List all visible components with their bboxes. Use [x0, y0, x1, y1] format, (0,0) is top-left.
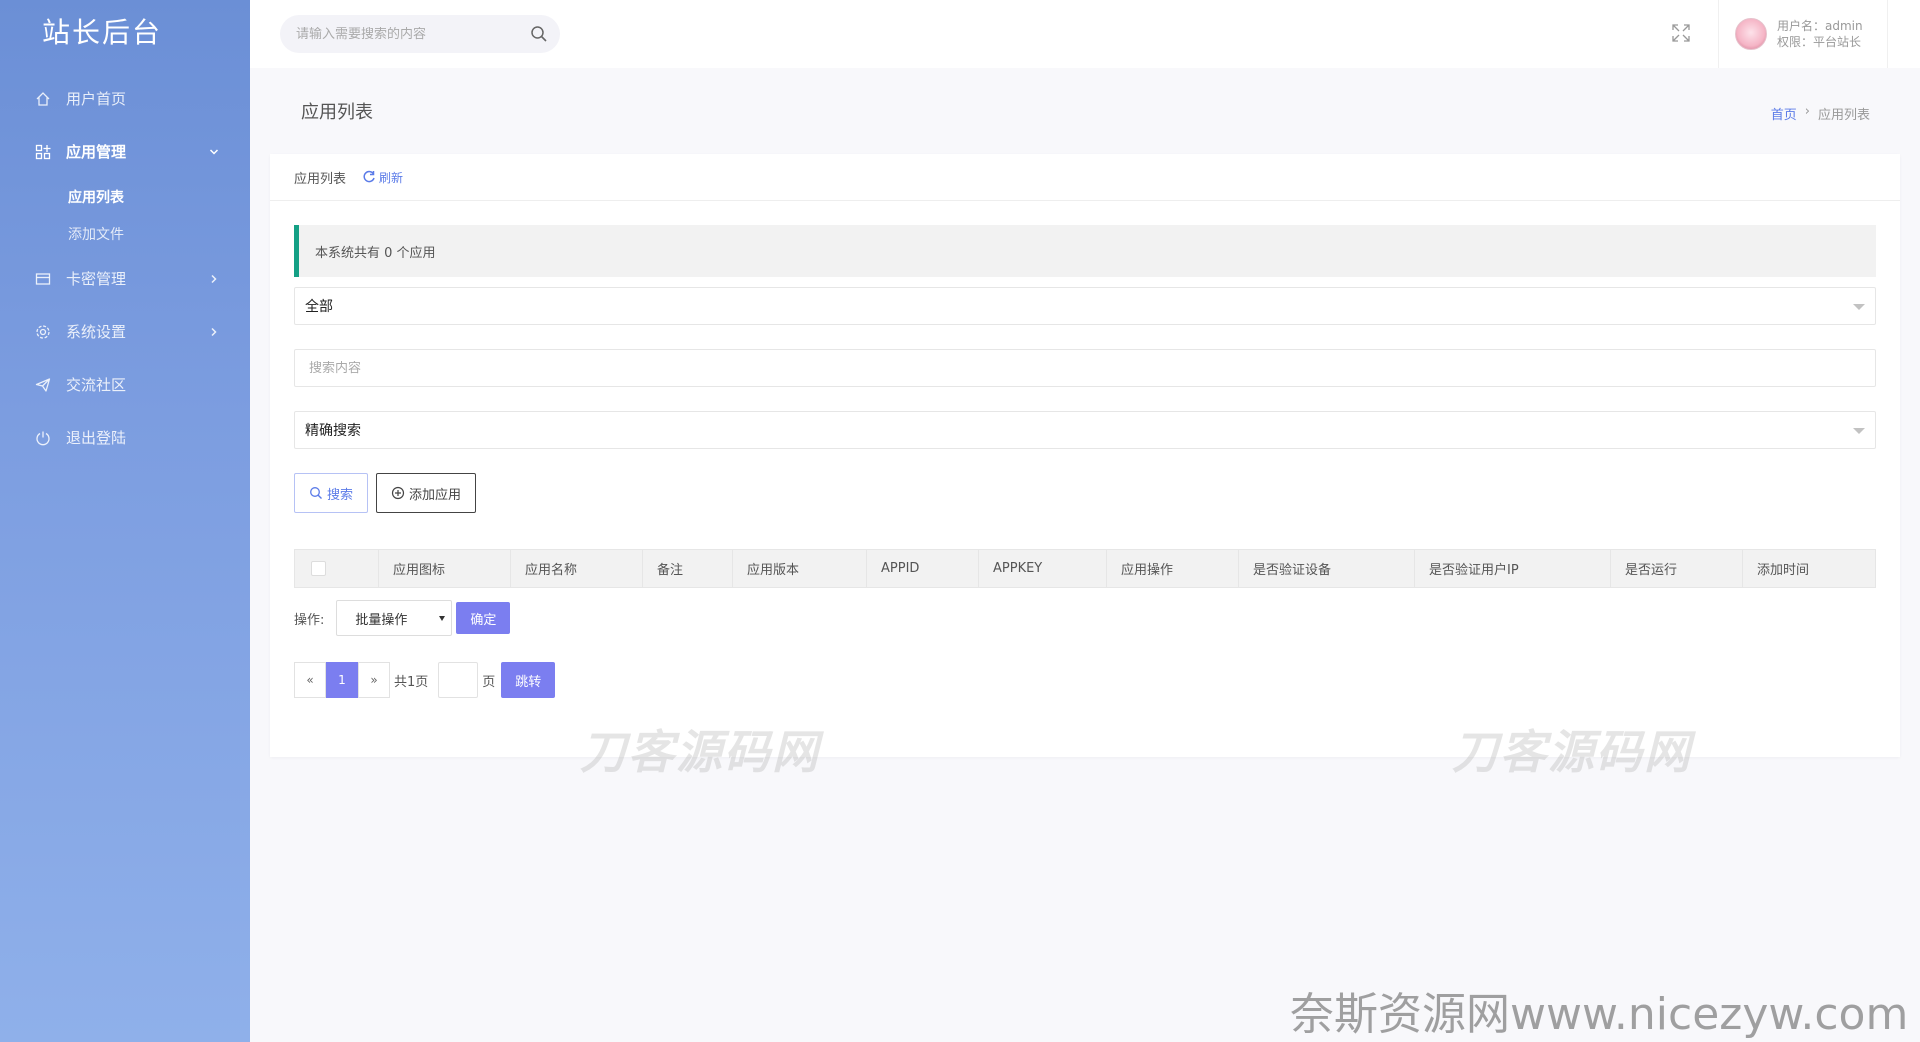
confirm-button[interactable]: 确定	[456, 602, 511, 634]
caret-down-icon	[1853, 428, 1865, 434]
sidebar-item-label: 交流社区	[66, 376, 127, 394]
refresh-button[interactable]: 刷新	[362, 169, 403, 186]
filter-select[interactable]: 全部	[294, 287, 1876, 325]
power-icon	[34, 429, 52, 447]
column-header[interactable]: 是否验证设备	[1238, 549, 1415, 588]
sidebar-item-label: 应用管理	[66, 143, 127, 161]
gear-icon	[34, 323, 52, 341]
watermark-left: 刀客源码网	[580, 725, 820, 779]
card-header: 应用列表 刷新	[270, 154, 1900, 201]
batch-ops-select-value: 批量操作	[355, 612, 408, 628]
sidebar-item-system-settings[interactable]: 系统设置	[0, 305, 250, 358]
sidebar-submenu: 应用列表 添加文件	[0, 178, 250, 252]
search-mode-value: 精确搜索	[305, 423, 361, 439]
column-header[interactable]: 备注	[642, 549, 733, 588]
header-search-input[interactable]	[296, 26, 516, 42]
next-page-button[interactable]: »	[358, 662, 390, 698]
sidebar-item-logout[interactable]: 退出登陆	[0, 411, 250, 464]
search-content-input[interactable]	[309, 360, 1875, 376]
sidebar-subitem-app-list[interactable]: 应用列表	[0, 178, 250, 215]
breadcrumb-current: 应用列表	[1817, 108, 1870, 123]
header-search	[280, 15, 560, 53]
caret-down-icon	[1853, 304, 1865, 310]
sidebar-item-user-home[interactable]: 用户首页	[0, 72, 250, 125]
column-header[interactable]: 是否验证用户IP	[1414, 549, 1611, 588]
caret-down-icon	[439, 616, 446, 621]
breadcrumb: 首页 › 应用列表	[1771, 104, 1870, 123]
action-buttons: 搜索 添加应用	[294, 473, 1876, 513]
table-header-row: 应用图标 应用名称 备注 应用版本 APPID APPKEY 应用操作 是否验证…	[294, 549, 1876, 588]
column-header[interactable]: 添加时间	[1742, 549, 1876, 588]
user-info: 用户名：admin 权限：平台站长	[1777, 18, 1863, 50]
card-title: 应用列表	[294, 171, 347, 187]
top-header: 用户名：admin 权限：平台站长	[250, 0, 1920, 68]
search-icon[interactable]	[530, 25, 548, 47]
card-body: 本系统共有 0 个应用 全部 精确搜索 搜索 添加应用	[270, 201, 1900, 722]
prev-page-button[interactable]: «	[294, 662, 326, 698]
search-content-field	[294, 349, 1876, 387]
page-total: 共1页	[394, 674, 429, 690]
sidebar-item-label: 卡密管理	[66, 270, 127, 288]
column-header[interactable]: 应用版本	[732, 549, 867, 588]
column-header[interactable]: APPKEY	[978, 549, 1107, 588]
sidebar-nav: 用户首页 应用管理 应用列表 添加文件 卡密管理 系统设置 交流社区 退出登陆	[0, 72, 250, 464]
search-button-label: 搜索	[327, 487, 354, 503]
search-icon	[310, 487, 322, 499]
search-mode-select[interactable]: 精确搜索	[294, 411, 1876, 449]
watermark-right: 刀客源码网	[1452, 725, 1692, 779]
sidebar-item-label: 用户首页	[66, 90, 127, 108]
watermark-corner: 奈斯资源网www.nicezyw.com	[1290, 989, 1909, 1040]
sidebar-subitem-add-file[interactable]: 添加文件	[0, 215, 250, 252]
chevron-down-icon	[208, 146, 220, 158]
pagination: « 1 » 共1页 页 跳转	[294, 662, 1876, 698]
sidebar-item-community[interactable]: 交流社区	[0, 358, 250, 411]
batch-ops-label: 操作:	[294, 612, 325, 628]
jump-button[interactable]: 跳转	[501, 662, 556, 698]
user-menu[interactable]: 用户名：admin 权限：平台站长	[1718, 0, 1888, 68]
column-header[interactable]: 应用操作	[1106, 549, 1239, 588]
add-app-button-label: 添加应用	[409, 487, 462, 503]
select-all-checkbox[interactable]	[311, 561, 326, 576]
page-jump-input[interactable]	[438, 662, 479, 698]
refresh-icon	[363, 170, 375, 183]
sidebar-item-label: 退出登陆	[66, 429, 127, 447]
column-header[interactable]: 应用图标	[378, 549, 511, 588]
sidebar-item-app-management[interactable]: 应用管理	[0, 125, 250, 178]
user-name: 用户名：admin	[1777, 19, 1863, 33]
chevron-right-icon	[208, 273, 220, 285]
app-list-card: 应用列表 刷新 本系统共有 0 个应用 全部 精确搜索 搜索 添加应用	[270, 154, 1900, 779]
add-app-button[interactable]: 添加应用	[376, 473, 477, 513]
sidebar-item-card-management[interactable]: 卡密管理	[0, 252, 250, 305]
breadcrumb-separator: ›	[1804, 104, 1810, 119]
avatar	[1735, 18, 1767, 50]
select-all-cell	[294, 549, 379, 588]
user-role: 权限：平台站长	[1777, 35, 1862, 49]
card-icon	[34, 270, 52, 288]
breadcrumb-home-link[interactable]: 首页	[1771, 104, 1797, 123]
page-title: 应用列表	[301, 102, 373, 123]
refresh-label: 刷新	[379, 170, 404, 185]
batch-ops-select[interactable]: 批量操作	[336, 600, 453, 636]
page-title-bar: 应用列表 首页 › 应用列表	[250, 68, 1920, 154]
column-header[interactable]: 应用名称	[510, 549, 643, 588]
sidebar-item-label: 系统设置	[66, 323, 127, 341]
column-header[interactable]: 是否运行	[1610, 549, 1743, 588]
send-icon	[34, 376, 52, 394]
batch-ops-bar: 操作: 批量操作 确定	[294, 600, 1876, 636]
page-1-button[interactable]: 1	[326, 662, 358, 698]
app-count-notice: 本系统共有 0 个应用	[294, 225, 1876, 277]
column-header[interactable]: APPID	[866, 549, 979, 588]
sidebar: 站长后台 用户首页 应用管理 应用列表 添加文件 卡密管理 系统设置 交流社区 …	[0, 0, 250, 1042]
filter-select-value: 全部	[305, 299, 333, 315]
apps-icon	[34, 143, 52, 161]
page-unit-label: 页	[482, 674, 496, 690]
fullscreen-icon[interactable]	[1670, 22, 1692, 44]
app-table: 应用图标 应用名称 备注 应用版本 APPID APPKEY 应用操作 是否验证…	[294, 549, 1876, 588]
plus-circle-icon	[391, 486, 405, 500]
chevron-right-icon	[208, 326, 220, 338]
brand-title: 站长后台	[42, 16, 163, 49]
home-icon	[34, 90, 52, 108]
search-button[interactable]: 搜索	[294, 473, 369, 513]
